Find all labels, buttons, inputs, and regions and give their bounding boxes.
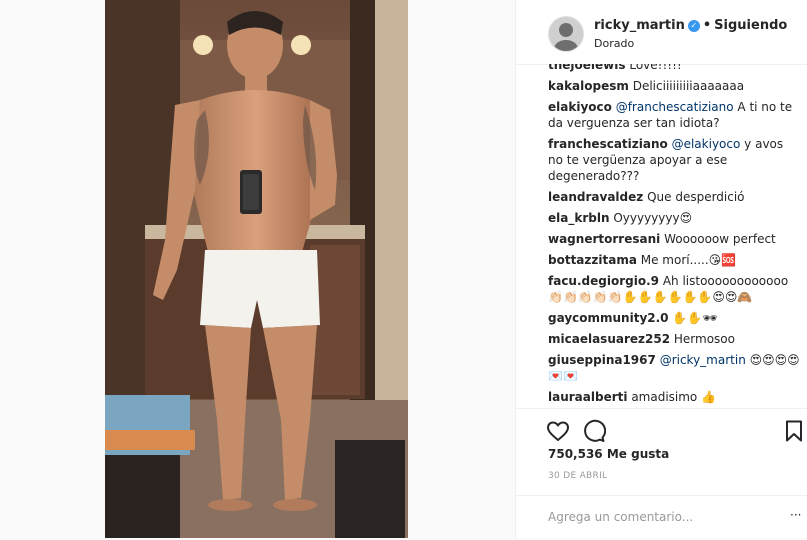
- avatar[interactable]: [548, 16, 584, 52]
- comment-input[interactable]: [546, 506, 790, 528]
- comments-scroll: thejoelewis Love!!!!! kakalopesm Deliciii…: [548, 64, 807, 405]
- comment-username[interactable]: wagnertorresani: [548, 232, 660, 246]
- comment-mention[interactable]: @franchescatiziano: [616, 100, 734, 114]
- comment-username[interactable]: lauraalberti: [548, 390, 627, 404]
- comment-item: giuseppina1967 @ricky_martin 😍😍😍😍💌💌: [548, 352, 807, 384]
- comment-username[interactable]: elakiyoco: [548, 100, 612, 114]
- comment-item: franchescatiziano @elakiyoco y avos no t…: [548, 136, 807, 184]
- comment-username[interactable]: franchescatiziano: [548, 137, 668, 151]
- bookmark-icon[interactable]: [782, 419, 806, 443]
- likes-label: Me gusta: [606, 447, 670, 461]
- comment-text: ✋✋🕶: [672, 311, 718, 325]
- comment-username[interactable]: ela_krbln: [548, 211, 610, 225]
- add-comment-bar: ···: [516, 495, 807, 540]
- comment-mention[interactable]: @ricky_martin: [660, 353, 746, 367]
- location-link[interactable]: Dorado: [594, 37, 634, 50]
- comment-username[interactable]: facu.degiorgio.9: [548, 274, 659, 288]
- actions-section: 750,536 Me gusta 30 DE ABRIL ···: [516, 408, 807, 539]
- comment-text: Oyyyyyyyy😍: [613, 211, 693, 225]
- comment-text: Que desperdició: [647, 190, 745, 204]
- comment-mention[interactable]: @elakiyoco: [672, 137, 741, 151]
- post-photo-image: [105, 0, 408, 538]
- comment-text: Me morí.....😘🆘: [640, 253, 737, 267]
- comment-item: gaycommunity2.0 ✋✋🕶: [548, 310, 807, 326]
- comment-username[interactable]: giuseppina1967: [548, 353, 656, 367]
- post-date: 30 DE ABRIL: [548, 471, 608, 481]
- comment-item: ela_krbln Oyyyyyyyy😍: [548, 210, 807, 226]
- comment-item: kakalopesm Deliciiiiiiiiiaaaaaaa: [548, 78, 807, 94]
- comment-text: Hermosoo: [673, 332, 735, 346]
- comment-username[interactable]: gaycommunity2.0: [548, 311, 669, 325]
- heart-icon[interactable]: [546, 419, 570, 443]
- post-photo[interactable]: [105, 0, 408, 538]
- comment-username[interactable]: micaelasuarez252: [548, 332, 670, 346]
- post-sidebar: ricky_martin ✓ • Siguiendo Dorado thejoelew…: [515, 0, 807, 538]
- separator-dot: •: [702, 18, 712, 33]
- post-author: ricky_martin ✓ • Siguiendo: [594, 18, 787, 33]
- username-link[interactable]: ricky_martin: [594, 18, 685, 33]
- likes-number: 750,536: [548, 447, 603, 461]
- comment-item: bottazzitama Me morí.....😘🆘: [548, 252, 807, 268]
- comment-item: micaelasuarez252 Hermosoo: [548, 331, 807, 347]
- comment-item: thejoelewis Love!!!!!: [548, 64, 807, 73]
- verified-badge-icon: ✓: [687, 20, 700, 32]
- comment-item: wagnertorresani Woooooow perfect: [548, 231, 807, 247]
- comment-item: facu.degiorgio.9 Ah listoooooooooooo👏🏻👏🏻…: [548, 273, 807, 305]
- likes-count[interactable]: 750,536 Me gusta: [548, 447, 669, 461]
- avatar-image: [549, 17, 583, 51]
- comment-text: Love!!!!!: [629, 64, 682, 72]
- following-button[interactable]: Siguiendo: [714, 18, 787, 33]
- comment-bubble-icon[interactable]: [582, 419, 607, 443]
- comment-item: lauraalberti amadisimo 👍: [548, 389, 807, 405]
- comments-list[interactable]: thejoelewis Love!!!!! kakalopesm Deliciii…: [548, 64, 807, 408]
- comment-username[interactable]: kakalopesm: [548, 79, 629, 93]
- comment-item: leandravaldez Que desperdició: [548, 189, 807, 205]
- comment-username[interactable]: bottazzitama: [548, 253, 637, 267]
- comment-item: elakiyoco @franchescatiziano A ti no te …: [548, 99, 807, 131]
- comment-text: amadisimo 👍: [631, 390, 717, 404]
- photo-pane: [0, 0, 515, 538]
- comment-text: Deliciiiiiiiiiaaaaaaa: [632, 79, 745, 93]
- comment-text: Woooooow perfect: [664, 232, 776, 246]
- post-header: ricky_martin ✓ • Siguiendo Dorado: [516, 0, 807, 65]
- more-options-icon[interactable]: ···: [790, 508, 801, 522]
- comment-username[interactable]: thejoelewis: [548, 64, 626, 72]
- comment-username[interactable]: leandravaldez: [548, 190, 643, 204]
